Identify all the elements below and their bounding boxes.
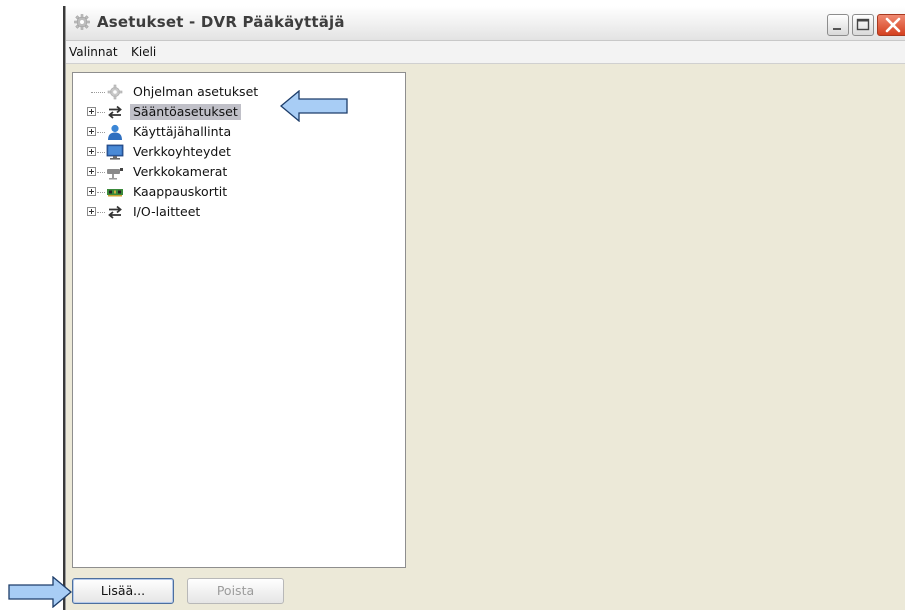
tree-item-label: Sääntöasetukset xyxy=(130,104,241,120)
expand-icon[interactable] xyxy=(87,107,96,116)
title-bar[interactable]: Asetukset - DVR Pääkäyttäjä xyxy=(66,6,905,41)
monitor-icon xyxy=(106,143,124,161)
tree-item-io-laitteet[interactable]: I/O-laitteet xyxy=(73,202,373,222)
settings-tree[interactable]: Ohjelman asetukset Sääntöasetukset Käytt… xyxy=(72,72,406,568)
menu-bar: Valinnat Kieli xyxy=(66,41,905,64)
transfer-arrows-icon xyxy=(106,103,124,121)
tree-item-verkkoyhteydet[interactable]: Verkkoyhteydet xyxy=(73,142,373,162)
menu-valinnat[interactable]: Valinnat xyxy=(69,45,118,59)
window-title: Asetukset - DVR Pääkäyttäjä xyxy=(97,13,345,31)
gear-icon xyxy=(73,13,91,31)
minimize-button[interactable] xyxy=(827,14,849,36)
window-frame-inner-border xyxy=(65,6,66,610)
tree-item-label: Verkkokamerat xyxy=(133,164,228,179)
tree-item-label: Kaappauskortit xyxy=(133,184,228,199)
tree-connector xyxy=(97,132,105,134)
annotation-arrow-right-icon xyxy=(8,576,72,608)
expand-icon[interactable] xyxy=(87,187,96,196)
annotation-arrow-left-icon xyxy=(280,90,348,122)
expand-icon[interactable] xyxy=(87,167,96,176)
tree-item-kayttajahallinta[interactable]: Käyttäjähallinta xyxy=(73,122,373,142)
expand-icon[interactable] xyxy=(87,207,96,216)
close-button[interactable] xyxy=(877,14,905,36)
tree-item-label: Verkkoyhteydet xyxy=(133,144,231,159)
menu-kieli[interactable]: Kieli xyxy=(131,45,156,59)
tree-item-label: Ohjelman asetukset xyxy=(133,84,259,99)
tree-item-verkkokamerat[interactable]: Verkkokamerat xyxy=(73,162,373,182)
tree-connector xyxy=(97,112,105,114)
gear-icon xyxy=(106,83,124,101)
tree-item-kaappauskortit[interactable]: Kaappauskortit xyxy=(73,182,373,202)
tree-item-label: Käyttäjähallinta xyxy=(133,124,232,139)
expand-icon[interactable] xyxy=(87,127,96,136)
tree-connector xyxy=(97,212,105,214)
tree-connector xyxy=(97,172,105,174)
user-icon xyxy=(106,123,124,141)
expand-icon[interactable] xyxy=(87,147,96,156)
transfer-arrows-icon xyxy=(106,203,124,221)
tree-connector xyxy=(97,152,105,154)
camera-icon xyxy=(106,163,124,181)
add-button[interactable]: Lisää... xyxy=(72,578,174,604)
settings-window: Asetukset - DVR Pääkäyttäjä Valinnat Kie… xyxy=(63,6,905,610)
tree-connector xyxy=(91,92,105,94)
maximize-button[interactable] xyxy=(852,14,874,36)
tree-connector xyxy=(97,192,105,194)
capture-card-icon xyxy=(106,183,124,201)
tree-item-label: I/O-laitteet xyxy=(133,204,201,219)
delete-button[interactable]: Poista xyxy=(187,578,284,604)
screenshot-stage: Asetukset - DVR Pääkäyttäjä Valinnat Kie… xyxy=(0,0,905,610)
